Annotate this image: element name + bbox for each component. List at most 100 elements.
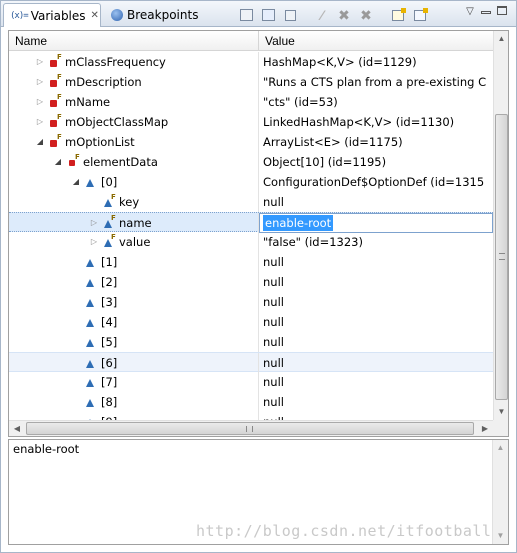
view-menu-icon[interactable]: ▽ — [462, 6, 478, 18]
variable-value: ArrayList<E> (id=1175) — [263, 135, 403, 149]
close-icon[interactable]: ✕ — [91, 10, 99, 21]
tree-row[interactable]: ▷ mName "cts" (id=53) — [9, 92, 493, 112]
view-tab-bar: (x)= Variables ✕ Breakpoints ⁄ ✖ ✖ ▽ — [0, 0, 517, 27]
tree-row[interactable]: ▷ mDescription "Runs a CTS plan from a pre… — [9, 72, 493, 92]
scroll-down-icon[interactable]: ▼ — [493, 528, 508, 544]
tree-row[interactable]: key null — [9, 192, 493, 212]
expand-arrow-icon[interactable]: ▷ — [35, 92, 45, 112]
scroll-right-icon[interactable]: ▶ — [477, 421, 493, 436]
collapse-all-button[interactable] — [281, 6, 299, 24]
name-cell[interactable]: ▷ mDescription — [9, 72, 259, 92]
variable-name: mName — [65, 95, 111, 109]
tree-row[interactable]: [9] null — [9, 412, 493, 420]
name-cell[interactable]: [8] — [9, 392, 259, 412]
show-type-names-button[interactable] — [237, 6, 255, 24]
new-expression-button[interactable] — [389, 6, 407, 24]
name-cell[interactable]: ▷ value — [9, 232, 259, 252]
variable-value: null — [263, 275, 284, 289]
remove-all-button[interactable]: ✖ — [357, 6, 375, 24]
tree-row[interactable]: ◢ elementData Object[10] (id=1195) — [9, 152, 493, 172]
scroll-down-icon[interactable]: ▼ — [494, 404, 508, 420]
edit-expression-button[interactable] — [411, 6, 429, 24]
name-cell[interactable]: [3] — [9, 292, 259, 312]
name-cell[interactable]: ▷ mObjectClassMap — [9, 112, 259, 132]
tab-variables[interactable]: (x)= Variables ✕ — [3, 3, 101, 27]
collapse-arrow-icon[interactable]: ◢ — [35, 132, 45, 152]
expand-arrow-icon[interactable]: ▷ — [35, 72, 45, 92]
array-element-icon — [85, 297, 97, 308]
name-cell[interactable]: [7] — [9, 372, 259, 392]
variable-name: [5] — [101, 335, 118, 349]
toolbar-separator-2 — [379, 6, 385, 24]
collapse-arrow-icon[interactable]: ◢ — [53, 152, 63, 172]
selected-value-text[interactable]: enable-root — [262, 215, 334, 231]
name-cell[interactable]: key — [9, 192, 259, 212]
scroll-up-icon[interactable]: ▲ — [494, 31, 508, 47]
variable-value: null — [263, 295, 284, 309]
name-cell[interactable]: ▷ mName — [9, 92, 259, 112]
scroll-corner — [493, 420, 508, 436]
collapse-arrow-icon[interactable]: ◢ — [71, 172, 81, 192]
scroll-up-icon[interactable]: ▲ — [493, 440, 508, 456]
variable-value: null — [259, 412, 493, 420]
variable-value: null — [263, 315, 284, 329]
name-cell[interactable]: ▷ mClassFrequency — [9, 52, 259, 72]
detail-text[interactable]: enable-root — [13, 442, 79, 456]
variables-tree[interactable]: Name Value ▷ mClassFrequency HashMap<K,V> … — [8, 30, 509, 437]
name-cell[interactable]: [5] — [9, 332, 259, 352]
name-cell[interactable]: ▷ name — [9, 213, 259, 233]
name-cell[interactable]: [6] — [9, 353, 259, 373]
tree-row[interactable]: ▷ mClassFrequency HashMap<K,V> (id=1129) — [9, 52, 493, 72]
maximize-icon — [497, 6, 507, 15]
tree-row[interactable]: ▷ name enable-root — [9, 212, 493, 233]
tree-row[interactable]: [8] null — [9, 392, 493, 412]
horizontal-scroll-thumb[interactable] — [26, 422, 474, 435]
tree-row[interactable]: [4] null — [9, 312, 493, 332]
column-header-name[interactable]: Name — [9, 31, 259, 51]
variable-name: mOptionList — [65, 135, 135, 149]
new-expression-icon — [392, 7, 406, 21]
field-icon — [103, 193, 116, 208]
array-element-icon — [85, 337, 97, 348]
variable-value: Object[10] (id=1195) — [263, 155, 387, 169]
field-icon — [49, 53, 62, 68]
tab-breakpoints[interactable]: Breakpoints — [105, 3, 217, 27]
expand-arrow-icon[interactable]: ▷ — [89, 213, 99, 233]
remove-button[interactable]: ✖ — [335, 6, 353, 24]
tree-row[interactable]: [2] null — [9, 272, 493, 292]
scroll-left-icon[interactable]: ◀ — [9, 421, 25, 436]
name-cell[interactable]: ◢ mOptionList — [9, 132, 259, 152]
tree-row[interactable]: [7] null — [9, 372, 493, 392]
expand-arrow-icon[interactable]: ▷ — [35, 112, 45, 132]
name-cell[interactable]: [4] — [9, 312, 259, 332]
column-header-value[interactable]: Value — [259, 31, 493, 51]
variable-name: mDescription — [65, 75, 142, 89]
tree-row[interactable]: ▷ value "false" (id=1323) — [9, 232, 493, 252]
array-element-icon — [85, 317, 97, 328]
name-cell[interactable]: [9] — [9, 412, 259, 420]
show-logical-structure-button[interactable] — [259, 6, 277, 24]
detail-vertical-scrollbar[interactable]: ▲ ▼ — [492, 440, 508, 544]
name-cell[interactable]: ◢ elementData — [9, 152, 259, 172]
variable-value: null — [263, 255, 284, 269]
tree-row[interactable]: ▷ mObjectClassMap LinkedHashMap<K,V> (id=1… — [9, 112, 493, 132]
name-cell[interactable]: [1] — [9, 252, 259, 272]
name-cell[interactable]: ◢ [0] — [9, 172, 259, 192]
name-cell[interactable]: [2] — [9, 272, 259, 292]
expand-arrow-icon[interactable]: ▷ — [89, 232, 99, 252]
tree-row[interactable]: [5] null — [9, 332, 493, 352]
vertical-scrollbar[interactable]: ▲ ▼ — [493, 31, 508, 420]
expand-arrow-icon[interactable]: ▷ — [35, 52, 45, 72]
tree-row[interactable]: ◢ [0] ConfigurationDef$OptionDef (id=1315 — [9, 172, 493, 192]
vertical-scroll-thumb[interactable] — [495, 114, 508, 400]
tree-row[interactable]: [3] null — [9, 292, 493, 312]
tree-row[interactable]: [1] null — [9, 252, 493, 272]
value-edit-field[interactable]: enable-root — [259, 213, 493, 233]
new-watch-button[interactable]: ⁄ — [313, 6, 331, 24]
maximize-button[interactable] — [494, 6, 510, 18]
tree-row[interactable]: [6] null — [9, 352, 493, 373]
minimize-button[interactable] — [478, 6, 494, 18]
tree-row[interactable]: ◢ mOptionList ArrayList<E> (id=1175) — [9, 132, 493, 152]
horizontal-scrollbar[interactable]: ◀ ▶ — [9, 420, 493, 436]
variable-name: [0] — [101, 175, 118, 189]
